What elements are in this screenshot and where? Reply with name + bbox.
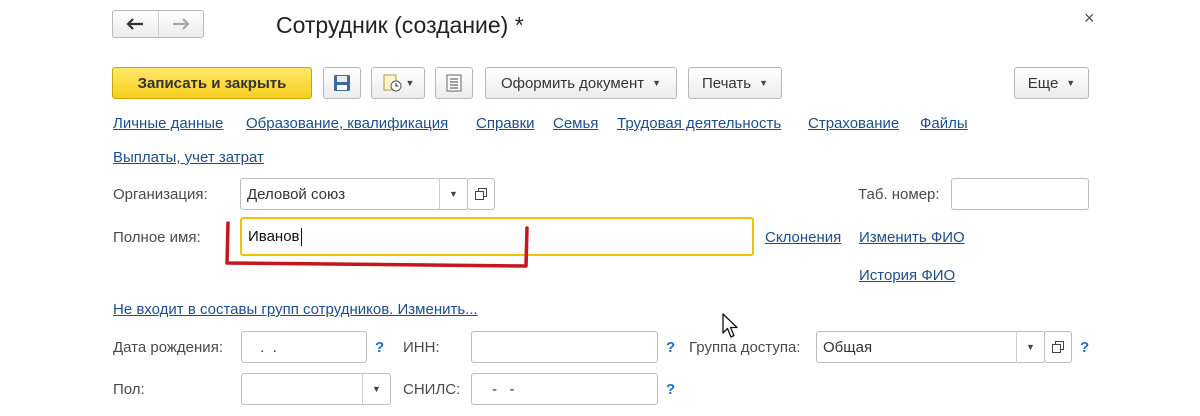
access-group-help-icon[interactable]: ?	[1080, 339, 1089, 356]
create-document-button[interactable]: Оформить документ ▼	[485, 67, 677, 99]
chevron-down-icon: ▼	[652, 78, 662, 88]
employee-groups-link[interactable]: Не входит в составы групп сотрудников. И…	[113, 301, 478, 318]
change-name-link[interactable]: Изменить ФИО	[859, 229, 965, 246]
forward-button[interactable]	[159, 11, 204, 37]
chevron-down-icon: ▼	[759, 78, 769, 88]
nav-group	[112, 10, 204, 38]
save-and-close-button[interactable]: Записать и закрыть	[112, 67, 312, 99]
more-label: Еще	[1027, 74, 1059, 92]
chevron-down-icon: ▼	[1066, 78, 1076, 88]
print-label: Печать	[701, 74, 752, 92]
inn-field[interactable]	[471, 331, 658, 363]
access-group-field[interactable]: Общая ▼	[816, 331, 1045, 363]
tab-number-label: Таб. номер:	[858, 186, 940, 203]
access-group-dropdown[interactable]: ▼	[1016, 331, 1044, 363]
page-title: Сотрудник (создание) *	[276, 12, 524, 38]
report-button[interactable]	[435, 67, 473, 99]
tab-files[interactable]: Файлы	[920, 115, 968, 132]
tab-family[interactable]: Семья	[553, 115, 598, 132]
open-window-icon	[1052, 341, 1064, 353]
organization-label: Организация:	[113, 186, 208, 203]
tab-certificates[interactable]: Справки	[476, 115, 535, 132]
save-button[interactable]	[323, 67, 361, 99]
full-name-label: Полное имя:	[113, 229, 201, 246]
inn-help-icon[interactable]: ?	[666, 339, 675, 356]
snils-label: СНИЛС:	[403, 381, 461, 398]
create-document-label: Оформить документ	[500, 74, 645, 92]
gender-dropdown[interactable]: ▼	[362, 373, 390, 405]
tab-insurance[interactable]: Страхование	[808, 115, 899, 132]
snils-help-icon[interactable]: ?	[666, 381, 675, 398]
birth-date-value: . .	[256, 338, 277, 356]
tab-payments[interactable]: Выплаты, учет затрат	[113, 149, 264, 166]
organization-open-button[interactable]	[467, 178, 495, 210]
tab-education[interactable]: Образование, квалификация	[246, 115, 448, 132]
back-button[interactable]	[113, 11, 159, 37]
arrow-left-icon	[126, 18, 144, 30]
related-documents-button[interactable]: ▼	[371, 67, 425, 99]
tab-work-activity[interactable]: Трудовая деятельность	[617, 115, 781, 132]
birth-date-field[interactable]: . .	[241, 331, 367, 363]
gender-field[interactable]: ▼	[241, 373, 391, 405]
floppy-disk-icon	[334, 75, 350, 91]
organization-field[interactable]: Деловой союз ▼	[240, 178, 468, 210]
gender-label: Пол:	[113, 381, 145, 398]
print-button[interactable]: Печать ▼	[688, 67, 782, 99]
more-button[interactable]: Еще ▼	[1014, 67, 1089, 99]
chevron-down-icon: ▼	[449, 189, 458, 199]
close-icon[interactable]: ×	[1084, 8, 1095, 29]
arrow-right-icon	[172, 18, 190, 30]
organization-value: Деловой союз	[247, 185, 346, 203]
mouse-cursor-icon	[722, 313, 738, 338]
chevron-down-icon: ▼	[405, 78, 415, 88]
access-group-open-button[interactable]	[1044, 331, 1072, 363]
access-group-value: Общая	[823, 338, 873, 356]
birth-date-help-icon[interactable]: ?	[375, 339, 384, 356]
organization-dropdown[interactable]: ▼	[439, 178, 467, 210]
access-group-label: Группа доступа:	[689, 339, 801, 356]
list-report-icon	[446, 74, 462, 92]
snils-field[interactable]: - -	[471, 373, 658, 405]
tab-number-field[interactable]	[951, 178, 1089, 210]
name-history-link[interactable]: История ФИО	[859, 267, 955, 284]
birth-date-label: Дата рождения:	[113, 339, 223, 356]
save-and-close-label: Записать и закрыть	[137, 74, 287, 92]
open-window-icon	[475, 188, 487, 200]
chevron-down-icon: ▼	[1026, 342, 1035, 352]
chevron-down-icon: ▼	[372, 384, 381, 394]
document-clock-icon	[383, 74, 402, 92]
red-highlight-annotation	[225, 221, 529, 268]
tab-personal-data[interactable]: Личные данные	[113, 115, 223, 132]
inn-label: ИНН:	[403, 339, 440, 356]
snils-value: - -	[492, 380, 515, 398]
declensions-link[interactable]: Склонения	[765, 229, 841, 246]
